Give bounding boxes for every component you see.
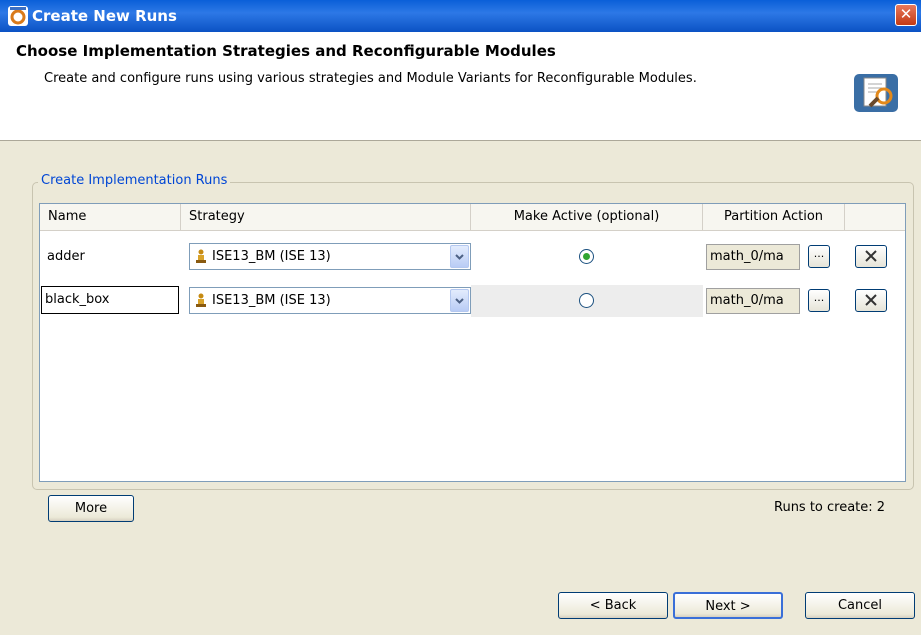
strategy-dropdown[interactable]: ISE13_BM (ISE 13)	[189, 287, 471, 314]
table-header: Name Strategy Make Active (optional) Par…	[40, 204, 905, 231]
close-icon	[865, 250, 877, 262]
make-active-radio[interactable]	[579, 293, 594, 308]
strategy-icon	[196, 293, 206, 307]
cancel-button[interactable]: Cancel	[805, 592, 915, 619]
partition-browse-button[interactable]: ...	[808, 245, 830, 268]
dropdown-arrow-button[interactable]	[450, 289, 469, 312]
strategy-icon	[196, 249, 206, 263]
make-active-cell	[471, 241, 703, 273]
make-active-radio[interactable]	[579, 249, 594, 264]
runs-to-create-count: Runs to create: 2	[774, 500, 886, 515]
delete-run-button[interactable]	[855, 289, 887, 312]
partition-action-field[interactable]: math_0/ma	[706, 244, 800, 270]
strategy-value: ISE13_BM (ISE 13)	[212, 249, 331, 264]
column-header-strategy[interactable]: Strategy	[181, 204, 471, 230]
delete-cell	[845, 285, 905, 317]
make-active-cell	[471, 285, 703, 317]
partition-action-field[interactable]: math_0/ma	[706, 288, 800, 314]
more-button[interactable]: More	[48, 495, 134, 522]
back-button[interactable]: < Back	[558, 592, 668, 619]
chevron-down-icon	[455, 298, 464, 304]
app-icon	[8, 6, 28, 26]
strategy-cell: ISE13_BM (ISE 13)	[181, 285, 471, 317]
wizard-banner: Choose Implementation Strategies and Rec…	[0, 32, 921, 141]
page-heading: Choose Implementation Strategies and Rec…	[16, 42, 556, 60]
window-title: Create New Runs	[32, 7, 177, 25]
column-header-actions	[845, 204, 905, 230]
window-titlebar: Create New Runs ✕	[0, 0, 921, 32]
window-close-button[interactable]: ✕	[895, 4, 917, 26]
next-button[interactable]: Next >	[673, 592, 783, 619]
column-header-name[interactable]: Name	[40, 204, 181, 230]
column-header-make-active[interactable]: Make Active (optional)	[471, 204, 703, 230]
partition-action-cell: math_0/ma ...	[703, 241, 845, 273]
table-row[interactable]: adder ISE13_BM (ISE 13) math_0/ma ...	[40, 241, 905, 273]
table-row[interactable]: black_box ISE13_BM (ISE 13) math_0/ma ..…	[40, 285, 905, 317]
column-header-partition-action[interactable]: Partition Action	[703, 204, 845, 230]
partition-browse-button[interactable]: ...	[808, 289, 830, 312]
run-name-cell: black_box	[40, 285, 181, 317]
strategy-value: ISE13_BM (ISE 13)	[212, 293, 331, 308]
delete-cell	[845, 241, 905, 273]
runs-table: Name Strategy Make Active (optional) Par…	[39, 203, 906, 482]
wizard-icon	[854, 74, 898, 112]
chevron-down-icon	[455, 254, 464, 260]
partition-action-cell: math_0/ma ...	[703, 285, 845, 317]
radio-selected-dot	[583, 253, 590, 260]
strategy-cell: ISE13_BM (ISE 13)	[181, 241, 471, 273]
delete-run-button[interactable]	[855, 245, 887, 268]
dropdown-arrow-button[interactable]	[450, 245, 469, 268]
group-label: Create Implementation Runs	[38, 173, 231, 188]
run-name[interactable]: adder	[40, 241, 181, 273]
strategy-dropdown[interactable]: ISE13_BM (ISE 13)	[189, 243, 471, 270]
run-name-input[interactable]: black_box	[41, 286, 179, 314]
page-description: Create and configure runs using various …	[44, 71, 697, 86]
close-icon	[865, 294, 877, 306]
